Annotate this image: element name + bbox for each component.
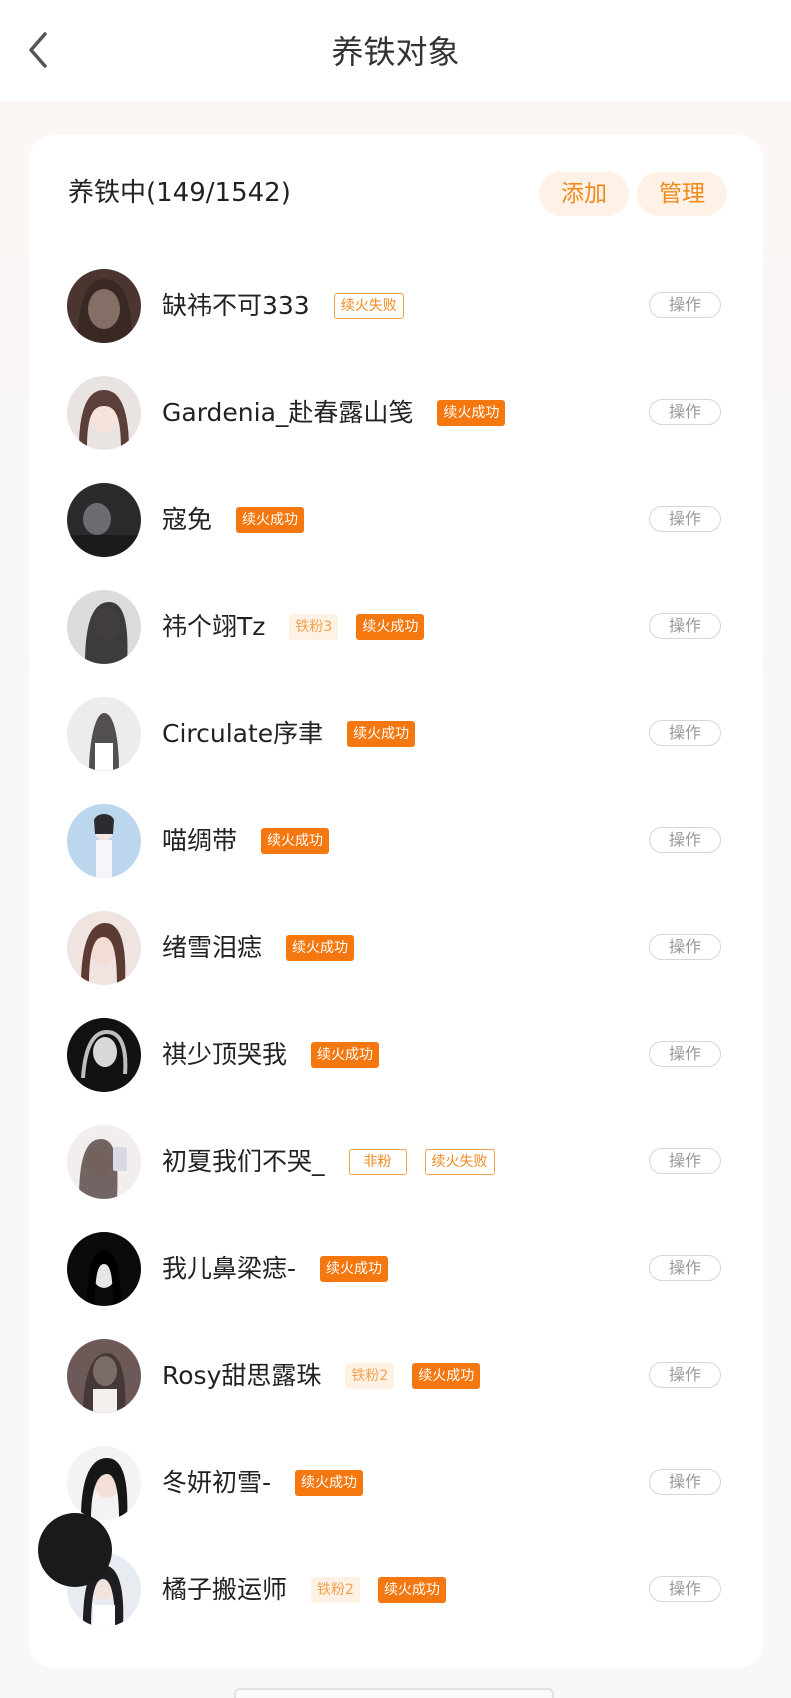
section-title: 养铁中(149/1542): [68, 178, 291, 208]
app-header: 养铁对象: [0, 0, 791, 102]
list-item[interactable]: 初夏我们不哭_ 非粉 续火失败 操作: [29, 1106, 763, 1213]
operate-button[interactable]: 操作: [649, 1255, 721, 1281]
list-item[interactable]: 橘子搬运师 铁粉2 续火成功 操作: [29, 1534, 763, 1641]
operate-button[interactable]: 操作: [649, 506, 721, 532]
user-name: 冬妍初雪-: [162, 1468, 272, 1497]
operate-button[interactable]: 操作: [649, 399, 721, 425]
operate-button[interactable]: 操作: [649, 1041, 721, 1067]
status-badge: 续火失败: [333, 293, 404, 319]
user-name: Circulate序聿: [162, 719, 324, 748]
user-name: 喵绸带: [162, 826, 238, 855]
section-header: 养铁中(149/1542) 添加 管理: [29, 135, 763, 250]
list-item[interactable]: 缺祎不可333 续火失败 操作: [29, 250, 763, 357]
fan-badge: 铁粉3: [289, 614, 339, 640]
user-name: Gardenia_赴春露山笺: [162, 398, 414, 427]
fan-badge: 铁粉2: [345, 1363, 395, 1389]
home-indicator: [234, 1688, 554, 1698]
operate-button[interactable]: 操作: [649, 1362, 721, 1388]
status-badge: 续火失败: [424, 1149, 495, 1175]
user-name: 缺祎不可333: [162, 291, 310, 320]
status-badge: 续火成功: [347, 721, 416, 747]
avatar: [67, 1339, 141, 1413]
friend-list: 缺祎不可333 续火失败 操作 Gardenia_赴春露山笺 续火成功 操作 寇…: [29, 250, 763, 1641]
list-item[interactable]: 寇免 续火成功 操作: [29, 464, 763, 571]
avatar: [67, 1232, 141, 1306]
status-badge: 续火成功: [236, 507, 305, 533]
avatar: [67, 376, 141, 450]
avatar: [67, 1018, 141, 1092]
status-badge: 续火成功: [356, 614, 425, 640]
list-item[interactable]: 祺少顶哭我 续火成功 操作: [29, 999, 763, 1106]
manage-button[interactable]: 管理: [637, 172, 727, 216]
operate-button[interactable]: 操作: [649, 1469, 721, 1495]
list-item[interactable]: 喵绸带 续火成功 操作: [29, 785, 763, 892]
operate-button[interactable]: 操作: [649, 827, 721, 853]
operate-button[interactable]: 操作: [649, 613, 721, 639]
user-name: 祺少顶哭我: [162, 1040, 288, 1069]
avatar: [67, 483, 141, 557]
status-badge: 续火成功: [311, 1042, 380, 1068]
avatar: [67, 590, 141, 664]
user-name: 祎个翊Tz: [162, 612, 266, 641]
status-badge: 续火成功: [295, 1470, 364, 1496]
avatar: [67, 804, 141, 878]
fan-badge: 铁粉2: [311, 1577, 360, 1603]
avatar: [67, 1125, 141, 1199]
avatar: [67, 911, 141, 985]
list-item[interactable]: 祎个翊Tz 铁粉3 续火成功 操作: [29, 571, 763, 678]
status-badge: 续火成功: [412, 1363, 481, 1389]
user-name: 我儿鼻梁痣-: [162, 1254, 297, 1283]
list-item[interactable]: Gardenia_赴春露山笺 续火成功 操作: [29, 357, 763, 464]
operate-button[interactable]: 操作: [649, 1576, 721, 1602]
list-item[interactable]: 我儿鼻梁痣- 续火成功 操作: [29, 1213, 763, 1320]
operate-button[interactable]: 操作: [649, 292, 721, 318]
operate-button[interactable]: 操作: [649, 1148, 721, 1174]
status-badge: 续火成功: [286, 935, 355, 961]
list-item[interactable]: Rosy甜思露珠 铁粉2 续火成功 操作: [29, 1320, 763, 1427]
operate-button[interactable]: 操作: [649, 720, 721, 746]
user-name: 初夏我们不哭_: [162, 1147, 325, 1176]
user-name: 橘子搬运师: [162, 1575, 288, 1604]
avatar: [38, 1513, 112, 1587]
user-name: 寇免: [162, 505, 213, 534]
fan-badge: 非粉: [348, 1149, 407, 1175]
status-badge: 续火成功: [261, 828, 330, 854]
page-title: 养铁对象: [331, 33, 460, 71]
status-badge: 续火成功: [377, 1577, 446, 1603]
avatar: [67, 1446, 141, 1520]
status-badge: 续火成功: [320, 1256, 389, 1282]
operate-button[interactable]: 操作: [649, 934, 721, 960]
avatar: [67, 697, 141, 771]
list-item[interactable]: 冬妍初雪- 续火成功 操作: [29, 1427, 763, 1534]
user-name: 绪雪泪痣: [162, 933, 263, 962]
add-button[interactable]: 添加: [539, 172, 629, 216]
status-badge: 续火成功: [437, 400, 506, 426]
list-item[interactable]: 绪雪泪痣 续火成功 操作: [29, 892, 763, 999]
avatar: [67, 269, 141, 343]
iron-fans-card: 养铁中(149/1542) 添加 管理 缺祎不可333 续火失败 操作 Gard…: [29, 135, 763, 1668]
list-item[interactable]: Circulate序聿 续火成功 操作: [29, 678, 763, 785]
user-name: Rosy甜思露珠: [162, 1361, 322, 1390]
